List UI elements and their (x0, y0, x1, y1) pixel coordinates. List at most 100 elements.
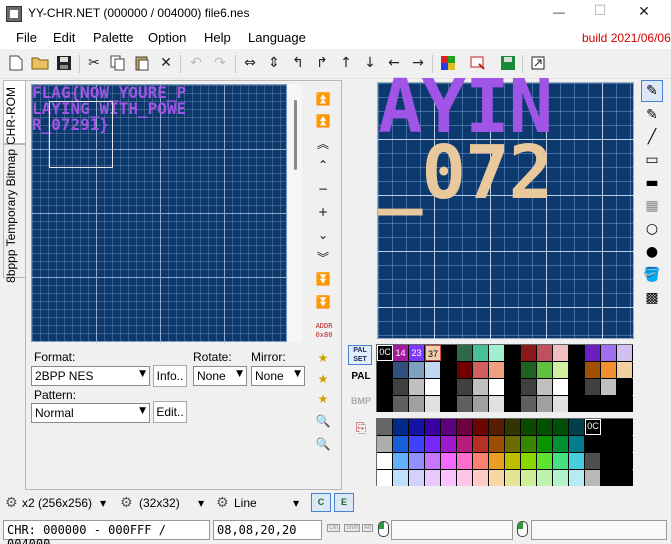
select-region-icon[interactable]: ▩ (641, 287, 663, 309)
undo-icon[interactable]: ↶ (186, 53, 206, 73)
palette-edit-small-icon[interactable]: ⎘ (352, 420, 370, 438)
cf-toggle-icon[interactable]: C (311, 493, 331, 512)
tab-chr-rom-label: CHR-ROM (4, 87, 18, 145)
ctrl-indicator: Ctrl (327, 524, 341, 532)
scroll-top-icon[interactable]: ⏫ (315, 88, 331, 110)
cut-icon[interactable]: ✂ (84, 53, 104, 73)
palette-color-0[interactable]: 0C (377, 345, 393, 361)
new-file-icon[interactable] (6, 53, 26, 73)
scroll-minus-icon[interactable]: − (315, 178, 331, 200)
rotate-left-icon[interactable]: ↰ (288, 53, 308, 73)
bmp-button[interactable]: BMP (350, 396, 372, 406)
maximize-button[interactable]: ☐ (590, 3, 610, 19)
scroll-plus-icon[interactable]: + (315, 201, 331, 223)
addr-button[interactable]: ADDR 0x80 (312, 322, 336, 340)
scroll-page-up-icon[interactable]: ︽ (315, 132, 331, 154)
edit-pattern-button[interactable]: Edit.. (153, 401, 187, 423)
bookmark-add-icon[interactable]: ★ (315, 368, 331, 390)
pal-set-label: PAL SET (353, 347, 367, 363)
palette-color-2[interactable]: 23 (409, 345, 425, 361)
circle-icon[interactable]: ○ (641, 218, 663, 240)
scroll-page-up-fast-icon[interactable]: ⏫ (315, 110, 331, 132)
menu-file[interactable]: File (16, 30, 37, 45)
palette-color-1[interactable]: 14 (393, 345, 409, 361)
mouse-left-icon (378, 521, 389, 537)
pal-button[interactable]: PAL (350, 371, 372, 382)
scroll-page-down-icon[interactable]: ︾ (315, 246, 331, 268)
chr-selection-box[interactable] (49, 101, 113, 168)
flip-horizontal-icon[interactable]: ⇔ (240, 53, 260, 73)
pencil-fine-icon[interactable]: ✎ (641, 104, 663, 126)
palette-color-3[interactable]: 37 (425, 345, 441, 361)
mirror-select[interactable]: None ▼ (251, 366, 305, 386)
status-field-right (531, 520, 667, 540)
paste-icon[interactable] (132, 53, 152, 73)
chr-scrollbar-thumb[interactable] (294, 100, 297, 170)
close-button[interactable]: ✕ (634, 4, 654, 20)
menu-help[interactable]: Help (204, 30, 231, 45)
shift-down-icon[interactable]: ↓ (360, 53, 380, 73)
nes-palette[interactable]: 0C (376, 418, 633, 486)
scroll-line-down-icon[interactable]: ⌄ (315, 224, 331, 246)
ef-toggle-icon[interactable]: E (334, 493, 354, 512)
pattern-select[interactable]: Normal ▼ (31, 403, 150, 423)
menu-option[interactable]: Option (148, 30, 186, 45)
alt-indicator: Alt (362, 524, 374, 532)
rotate-select[interactable]: None ▼ (193, 366, 247, 386)
title-bar: YY-CHR.NET (000000 / 004000) file6.nes —… (0, 0, 671, 27)
copy-icon[interactable] (108, 53, 128, 73)
delete-icon[interactable]: ✕ (156, 53, 176, 73)
mirror-value: None (255, 369, 284, 383)
open-folder-icon[interactable] (30, 53, 50, 73)
pattern-rectangle-icon[interactable]: ▦ (641, 195, 663, 217)
scroll-line-up-icon[interactable]: ⌃ (315, 154, 331, 176)
tab-chr-rom[interactable]: CHR-ROM (3, 80, 25, 145)
bookmark-next-icon[interactable]: ★ (315, 388, 331, 410)
menu-edit[interactable]: Edit (53, 30, 75, 45)
filled-circle-icon[interactable]: ● (641, 241, 663, 263)
scroll-bottom-icon[interactable]: ⏬ (315, 291, 331, 313)
app-icon (6, 6, 22, 22)
menu-language[interactable]: Language (248, 30, 306, 45)
build-label: build 2021/06/06 (582, 31, 671, 45)
chr-scrollbar[interactable] (288, 84, 302, 342)
chevron-down-icon[interactable]: ▼ (293, 499, 299, 508)
shift-up-icon[interactable]: ↑ (336, 53, 356, 73)
minimize-button[interactable]: — (549, 5, 569, 19)
pencil-icon[interactable]: ✎ (641, 80, 663, 102)
palette-row: 0C 14 23 37 (377, 345, 633, 361)
bookmark-star-icon[interactable]: ★ (315, 347, 331, 369)
zoom-in-icon[interactable]: 🔍 (315, 410, 331, 432)
info-button[interactable]: Info.. (153, 365, 187, 387)
pattern-label: Pattern: (34, 388, 77, 402)
scroll-page-down-fast-icon[interactable]: ⏬ (315, 268, 331, 290)
zoom-out-icon[interactable]: 🔍 (315, 433, 331, 455)
save-icon[interactable] (54, 53, 74, 73)
editor-canvas[interactable]: AYIN _072 (377, 70, 635, 340)
flip-vertical-icon[interactable]: ⇕ (264, 53, 284, 73)
menu-palette[interactable]: Palette (93, 30, 133, 45)
mouse-right-icon (517, 521, 528, 537)
tile-gear-icon: ⚙ (120, 495, 133, 511)
rectangle-icon[interactable]: ▭ (641, 149, 663, 171)
fill-bucket-icon[interactable]: 🪣 (641, 264, 663, 286)
zoom-select[interactable]: x2 (256x256) (22, 496, 92, 510)
tab-temporary-bitmap[interactable]: 8bppp Temporary Bitmap (3, 144, 25, 283)
window-title: YY-CHR.NET (000000 / 004000) file6.nes (28, 6, 250, 20)
palette-sets[interactable]: 0C 14 23 37 (376, 344, 633, 412)
format-select[interactable]: 2BPP NES ▼ (31, 366, 150, 386)
chevron-down-icon[interactable]: ▼ (198, 499, 204, 508)
chevron-down-icon[interactable]: ▼ (100, 499, 106, 508)
filled-rectangle-icon[interactable]: ▬ (641, 172, 663, 194)
line-select[interactable]: Line (234, 496, 257, 510)
redo-icon[interactable]: ↷ (210, 53, 230, 73)
chevron-down-icon: ▼ (139, 369, 146, 379)
pattern-value: Normal (35, 406, 74, 420)
pal-set-button[interactable]: PAL SET (348, 345, 372, 365)
line-tool-icon[interactable]: ╱ (641, 126, 663, 148)
chr-view[interactable]: FLAG{NOW_YOURE_P LAYING_WITH_POWE R_0729… (31, 84, 288, 343)
rotate-right-icon[interactable]: ↱ (312, 53, 332, 73)
tile-size-select[interactable]: (32x32) (139, 496, 180, 510)
status-chr-range: CHR: 000000 - 000FFF / 004000 (3, 520, 210, 544)
palette-highlight[interactable]: 0C (585, 419, 601, 435)
